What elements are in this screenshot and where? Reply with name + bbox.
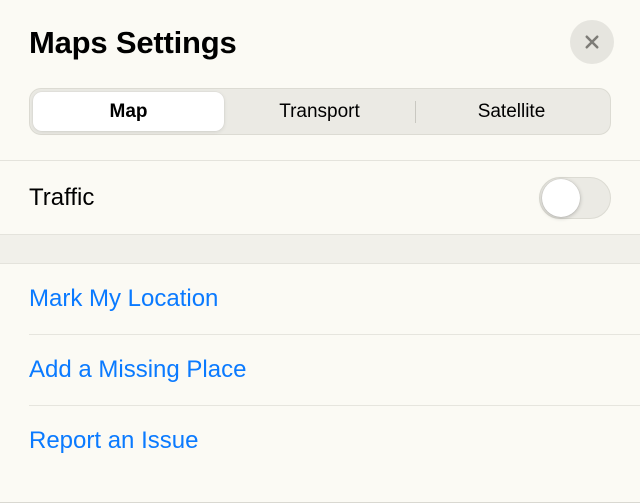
action-label: Mark My Location	[29, 285, 218, 313]
mark-my-location-button[interactable]: Mark My Location	[0, 264, 640, 334]
action-label: Report an Issue	[29, 427, 198, 455]
add-missing-place-button[interactable]: Add a Missing Place	[0, 335, 640, 405]
section-gap	[0, 235, 640, 264]
tab-transport[interactable]: Transport	[224, 92, 415, 131]
maps-settings-panel: Maps Settings Map Transport Satellite Tr…	[0, 0, 640, 503]
view-mode-segmented-wrap: Map Transport Satellite	[0, 64, 640, 135]
tab-label: Transport	[279, 101, 360, 123]
view-mode-segmented: Map Transport Satellite	[29, 88, 611, 135]
tab-map[interactable]: Map	[33, 92, 224, 131]
action-label: Add a Missing Place	[29, 356, 246, 384]
traffic-section: Traffic	[0, 160, 640, 235]
traffic-toggle[interactable]	[539, 177, 611, 219]
header: Maps Settings	[0, 0, 640, 64]
traffic-label: Traffic	[29, 184, 94, 212]
tab-label: Map	[110, 101, 148, 123]
toggle-knob	[542, 179, 580, 217]
tab-label: Satellite	[478, 101, 546, 123]
report-issue-button[interactable]: Report an Issue	[0, 406, 640, 476]
tab-satellite[interactable]: Satellite	[416, 92, 607, 131]
close-button[interactable]	[570, 20, 614, 64]
page-title: Maps Settings	[29, 25, 237, 61]
traffic-row: Traffic	[0, 161, 640, 234]
close-icon	[583, 33, 601, 51]
